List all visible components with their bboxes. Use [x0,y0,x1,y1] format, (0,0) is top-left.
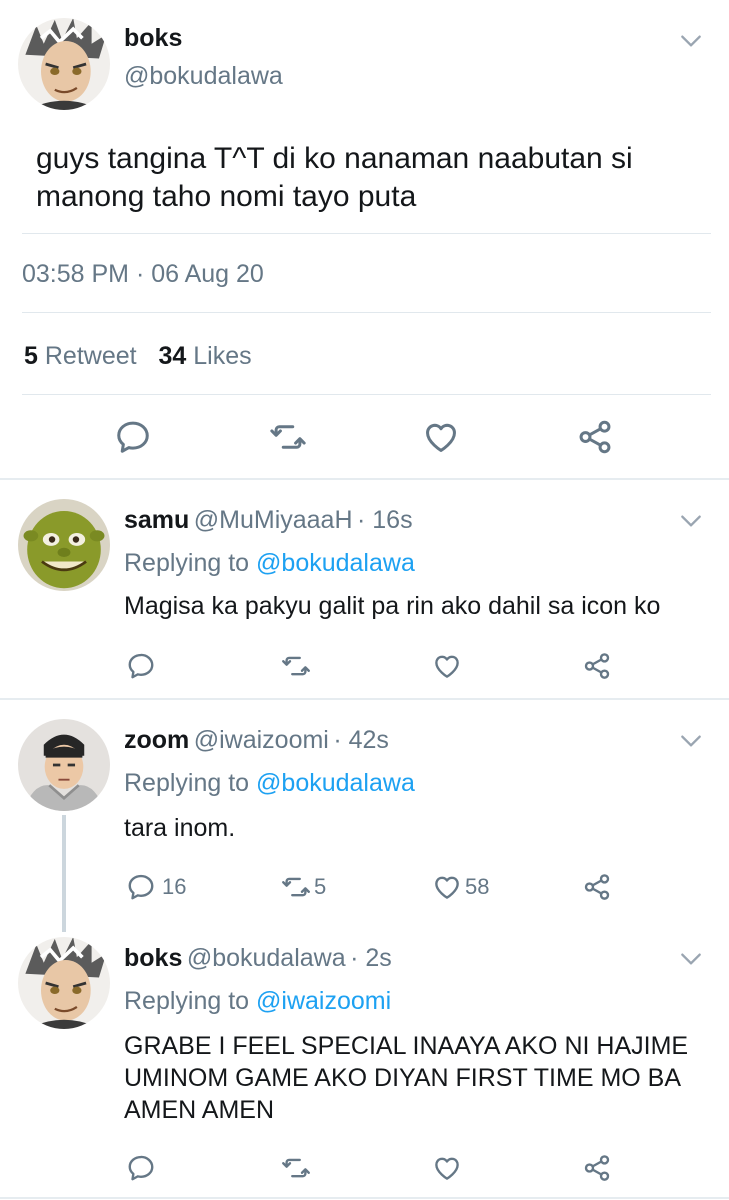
divider [0,698,729,700]
replying-to: Replying to @iwaizoomi [124,987,391,1016]
reply-header: samu @MuMiyaaaH · 16s [124,506,413,535]
main-tweet-text: guys tangina T^T di ko nanaman naabutan … [36,140,633,216]
avatar[interactable] [18,499,110,591]
like-button[interactable] [422,418,460,456]
reply-header: zoom @iwaizoomi · 42s [124,726,389,755]
reply-time[interactable]: · 2s [350,944,392,972]
likes-count[interactable]: 34 [158,342,186,370]
avatar[interactable] [18,937,110,1029]
engagement-stats: 5 Retweet 34 Likes [24,342,252,371]
share-button[interactable] [582,651,612,681]
retweet-button[interactable] [280,651,312,681]
chevron-down-icon[interactable] [678,508,704,539]
retweet-icon [268,418,308,456]
retweet-icon [280,651,312,681]
retweet-count[interactable]: 5 [24,342,38,370]
reply-header: boks @bokudalawa · 2s [124,944,392,973]
avatar[interactable] [18,719,110,811]
reply-button[interactable] [126,1153,156,1183]
share-button[interactable] [576,418,614,456]
reply-handle[interactable]: @MuMiyaaaH [194,506,353,534]
heart-icon [432,872,462,902]
retweet-button[interactable]: 5 [280,872,326,902]
reply-text: GRABE I FEEL SPECIAL INAAYA AKO NI HAJIM… [124,1030,688,1126]
replying-mention[interactable]: @iwaizoomi [256,987,391,1015]
replying-mention[interactable]: @bokudalawa [256,549,415,577]
reply-icon [114,418,152,456]
reply-text-line: UMINOM GAME AKO DIYAN FIRST TIME MO BA [124,1064,682,1092]
tweet-timestamp[interactable]: 03:58 PM · 06 Aug 20 [22,260,264,289]
divider [22,312,711,313]
share-icon [576,418,614,456]
like-button[interactable]: 58 [432,872,489,902]
reply-handle[interactable]: @iwaizoomi [194,726,329,754]
like-count: 58 [465,874,490,899]
heart-icon [432,1153,462,1183]
retweet-button[interactable] [280,1153,312,1183]
share-button[interactable] [582,1153,612,1183]
retweet-label[interactable]: Retweet [45,342,137,370]
reply-button[interactable] [114,418,152,456]
reply-text: Magisa ka pakyu galit pa rin ako dahil s… [124,592,661,620]
reply-button[interactable] [126,651,156,681]
avatar[interactable] [18,18,110,110]
heart-icon [422,418,460,456]
share-icon [582,872,612,902]
reply-time[interactable]: · 16s [357,506,413,534]
reply-button[interactable]: 16 [126,872,186,902]
retweet-icon [280,872,312,902]
divider [22,394,711,395]
replying-prefix: Replying to [124,769,250,797]
main-tweet-text-line: guys tangina T^T di ko nanaman naabutan … [36,142,633,175]
reply-text-line: GRABE I FEEL SPECIAL INAAYA AKO NI HAJIM… [124,1032,689,1060]
divider [0,478,729,480]
reply-time[interactable]: · 42s [333,726,389,754]
like-button[interactable] [432,1153,462,1183]
retweet-count: 5 [314,874,327,899]
reply-name[interactable]: zoom [124,726,189,754]
replying-to: Replying to @bokudalawa [124,769,415,798]
chevron-down-icon[interactable] [678,946,704,977]
main-tweet-text-line: manong taho nomi tayo puta [36,180,417,213]
replying-mention[interactable]: @bokudalawa [256,769,415,797]
reply-text-line: AMEN AMEN [124,1096,275,1124]
share-icon [582,651,612,681]
reply-count: 16 [162,874,187,899]
reply-text: tara inom. [124,814,236,842]
main-tweet-name[interactable]: boks [124,24,182,53]
likes-label[interactable]: Likes [193,342,251,370]
reply-icon [126,872,156,902]
divider [22,233,711,234]
share-button[interactable] [582,872,612,902]
share-icon [582,1153,612,1183]
reply-name[interactable]: boks [124,944,182,972]
retweet-button[interactable] [268,418,308,456]
chevron-down-icon[interactable] [678,728,704,759]
reply-icon [126,1153,156,1183]
reply-handle[interactable]: @bokudalawa [187,944,346,972]
replying-prefix: Replying to [124,549,250,577]
divider [0,1197,729,1199]
chevron-down-icon[interactable] [678,28,704,59]
replying-to: Replying to @bokudalawa [124,549,415,578]
main-tweet-handle[interactable]: @bokudalawa [124,62,283,91]
heart-icon [432,651,462,681]
reply-icon [126,651,156,681]
retweet-icon [280,1153,312,1183]
replying-prefix: Replying to [124,987,250,1015]
like-button[interactable] [432,651,462,681]
reply-name[interactable]: samu [124,506,189,534]
thread-line [62,815,66,932]
